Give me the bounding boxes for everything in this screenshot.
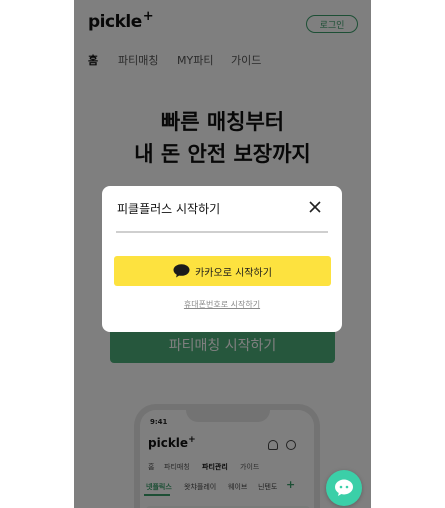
kakao-login-label: 카카오로 시작하기 [195,267,272,279]
mobile-viewport: pickle+ 로그인 홈 파티매칭 MY파티 가이드 빠른 매칭부터 내 돈 … [74,0,371,508]
phone-number-login-link[interactable]: 휴대폰번호로 시작하기 [102,299,342,310]
modal-title: 피클플러스 시작하기 [117,202,221,216]
right-margin [371,0,445,508]
left-margin [0,0,74,508]
modal-divider [116,231,328,233]
kakao-login-button[interactable]: 카카오로 시작하기 [114,256,331,286]
chat-button[interactable] [326,470,362,506]
start-modal: 피클플러스 시작하기 카카오로 시작하기 휴대폰번호로 시작하기 [102,186,342,332]
kakao-talk-icon [173,264,190,278]
chat-bubble-icon [335,479,353,496]
close-icon[interactable] [307,199,323,215]
